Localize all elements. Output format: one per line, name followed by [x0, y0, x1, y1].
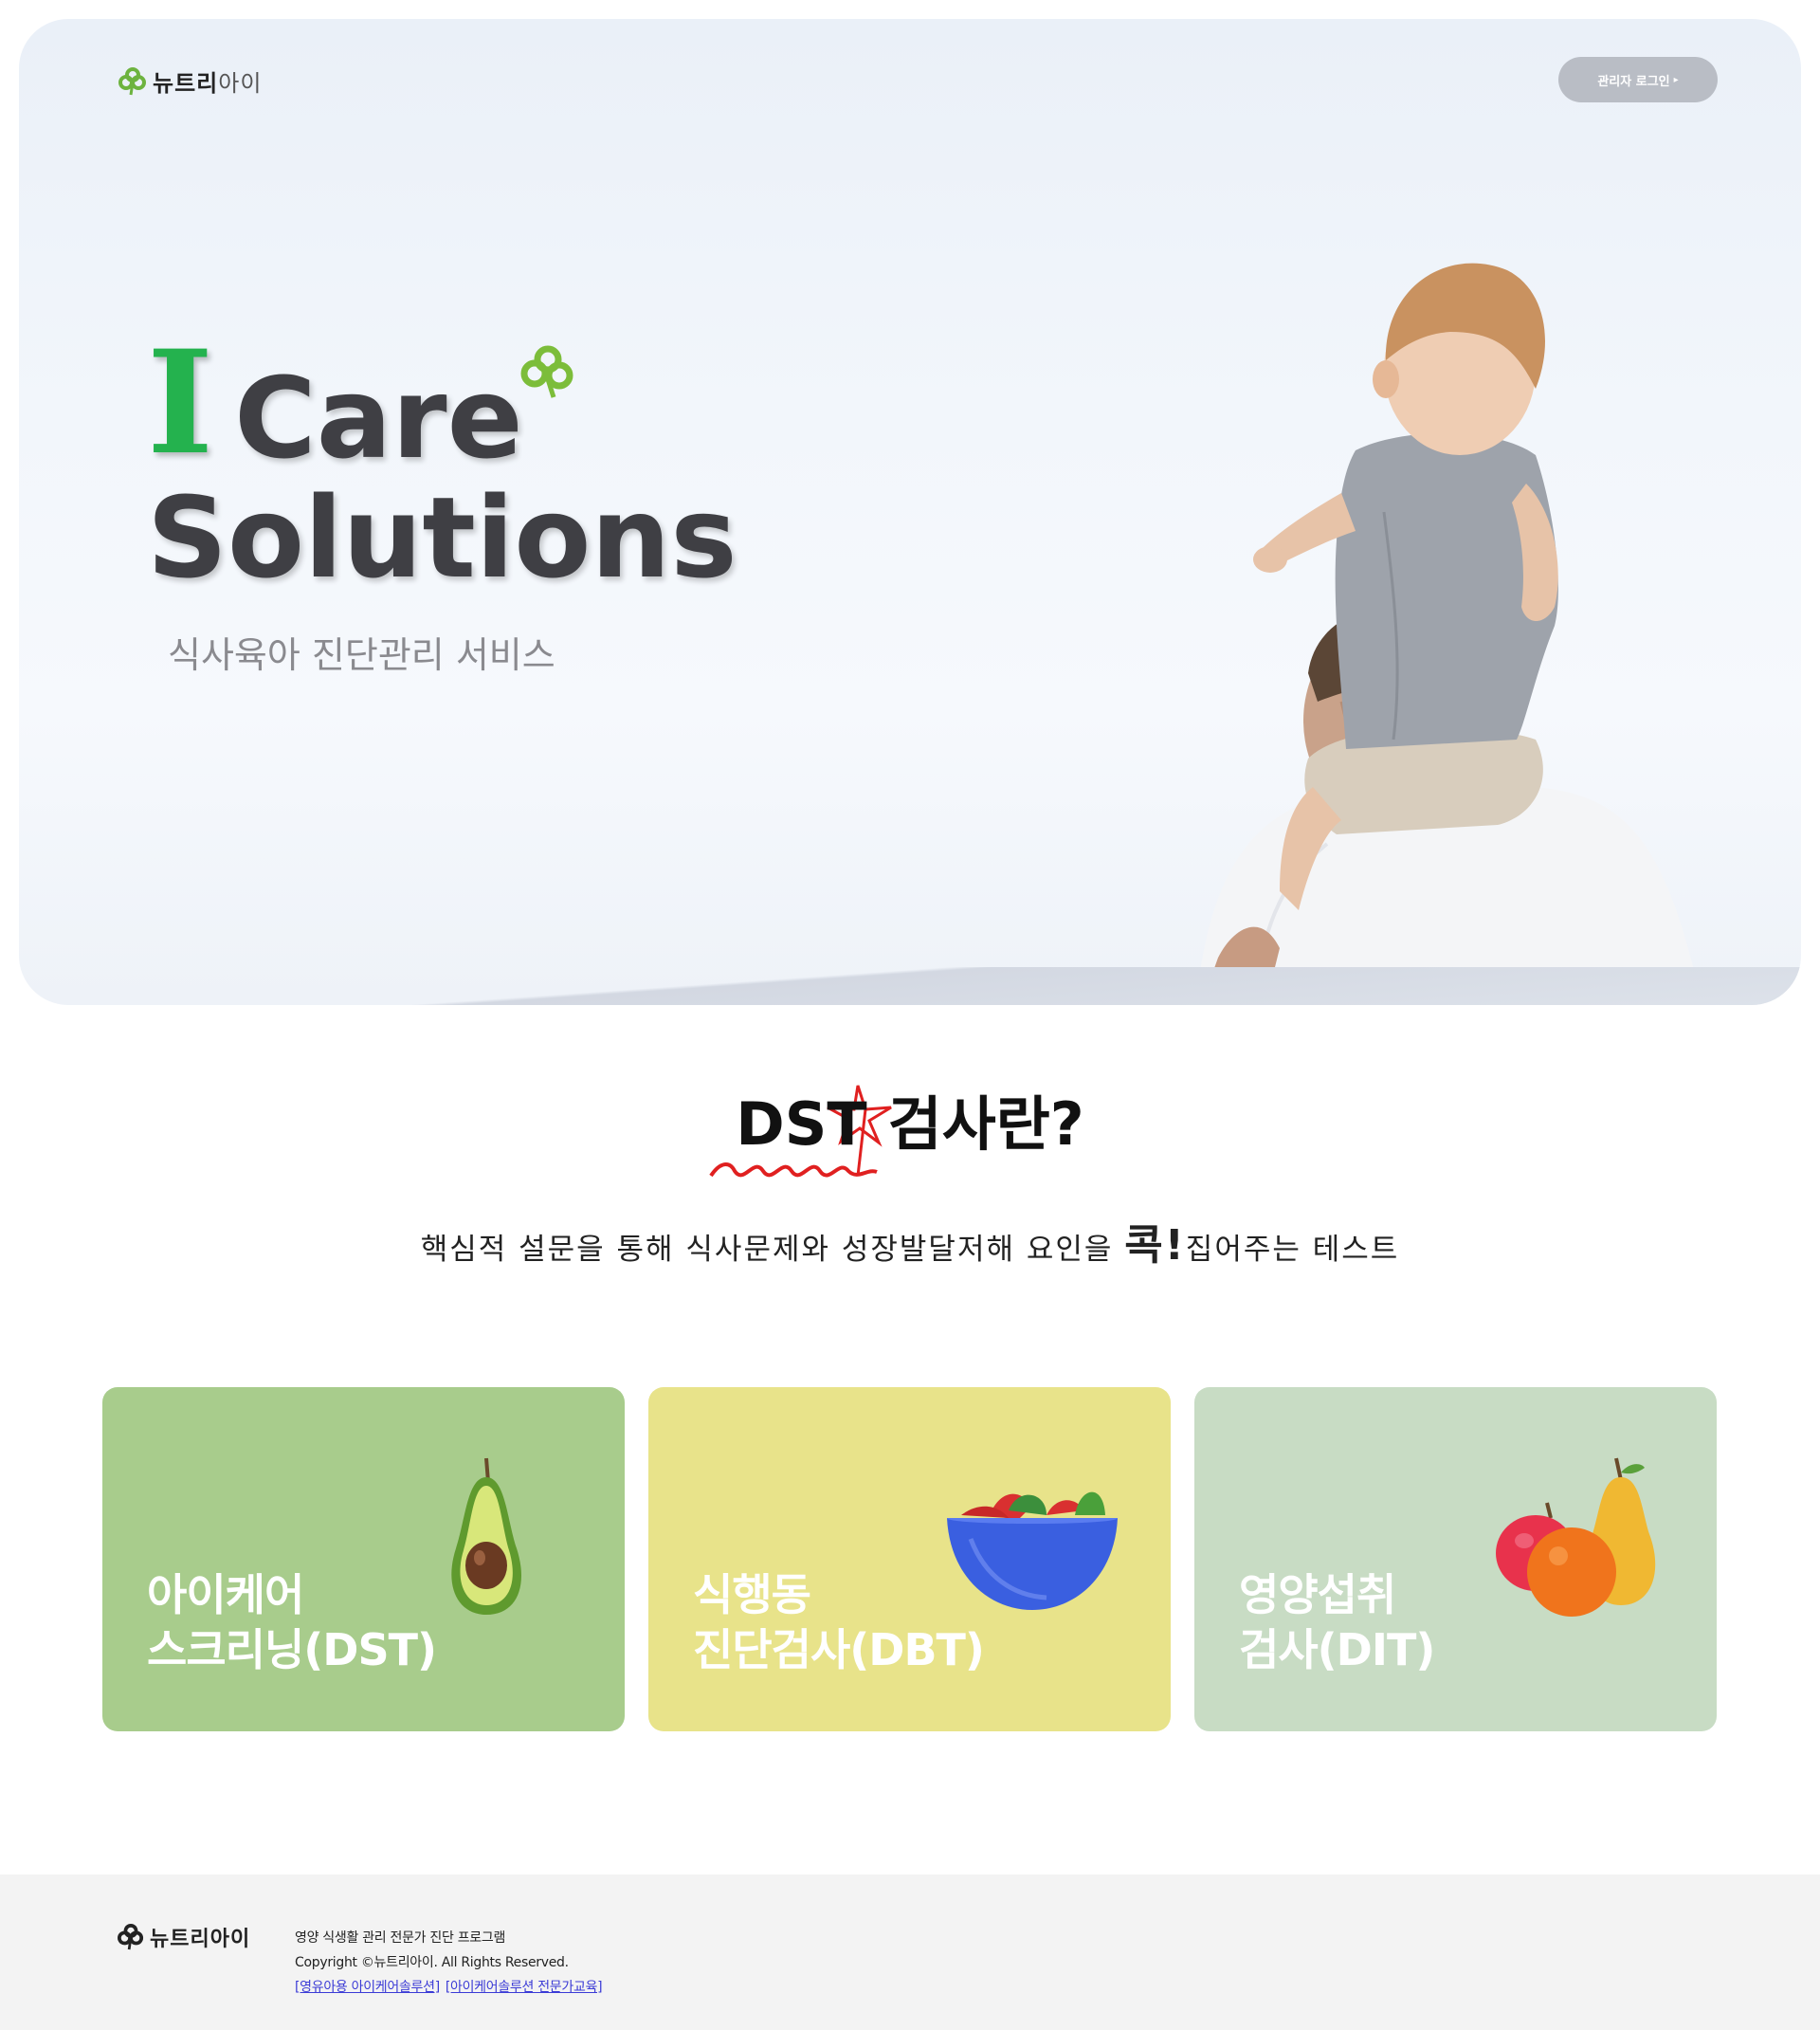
- hero-ground: [19, 967, 1801, 1005]
- footer-logo-text-bold: 뉴트리: [150, 1928, 210, 1951]
- clover-logo-icon: [118, 66, 146, 95]
- card-dst-screening[interactable]: 아이케어 스크리닝(DST): [102, 1387, 625, 1731]
- card-label: 아이케어 스크리닝(DST): [147, 1567, 437, 1677]
- dst-description: 핵심적 설문을 통해 식사문제와 성장발달저해 요인을 콕!집어주는 테스트: [0, 1211, 1820, 1271]
- footer-info: 영양 식생활 관리 전문가 진단 프로그램 Copyright ©뉴트리아이. …: [295, 1926, 603, 2000]
- avocado-icon: [451, 1457, 521, 1615]
- card-label-line1: 식행동: [693, 1569, 811, 1620]
- dst-desc-after: 집어주는 테스트: [1185, 1233, 1400, 1267]
- footer-copyright: Copyright ©뉴트리아이. All Rights Reserved.: [295, 1955, 569, 1970]
- admin-login-button[interactable]: 관리자 로그인 ▸: [1558, 57, 1718, 102]
- clover-logo-icon: [118, 1924, 144, 1950]
- footer-links: [영유아용 아이케어솔루션] [아이케어솔루션 전문가교육]: [295, 1975, 603, 2000]
- card-label-line1: 영양섭취: [1239, 1569, 1396, 1620]
- dst-heading-prefix: DST: [736, 1089, 867, 1159]
- card-label: 식행동 진단검사(DBT): [693, 1567, 985, 1677]
- card-label-line2: 스크리닝(DST): [147, 1624, 437, 1675]
- hero-subtitle: 식사육아 진단관리 서비스: [168, 634, 555, 676]
- footer: 뉴트리아이 영양 식생활 관리 전문가 진단 프로그램 Copyright ©뉴…: [0, 1875, 1820, 2030]
- card-label: 영양섭취 검사(DIT): [1239, 1567, 1435, 1677]
- hero-title-i: I: [147, 320, 214, 486]
- clover-icon: [520, 345, 573, 398]
- father-child-photo: [1195, 263, 1702, 1005]
- hero-title: I Care Solutions: [147, 332, 737, 603]
- hero-title-solutions: Solutions: [147, 472, 737, 603]
- card-dit-nutrition[interactable]: 영양섭취 검사(DIT): [1194, 1387, 1717, 1731]
- card-label-line1: 아이케어: [147, 1569, 304, 1620]
- fruits-icon: [1496, 1457, 1656, 1617]
- footer-link-infant-solution[interactable]: [영유아용 아이케어솔루션]: [295, 1975, 440, 2000]
- footer-logo-text-light: 아이: [209, 1928, 251, 1951]
- card-label-line2: 진단검사(DBT): [693, 1624, 985, 1675]
- card-label-line2: 검사(DIT): [1239, 1624, 1435, 1675]
- hero-title-care: Care: [234, 353, 523, 484]
- dst-desc-before: 핵심적 설문을 통해 식사문제와 성장발달저해 요인을: [420, 1233, 1125, 1267]
- admin-login-label: 관리자 로그인: [1597, 74, 1670, 89]
- footer-logo[interactable]: 뉴트리아이: [118, 1922, 250, 1952]
- dst-heading: DST 검사란?: [0, 1076, 1820, 1161]
- card-dbt-diagnosis[interactable]: 식행동 진단검사(DBT): [648, 1387, 1171, 1731]
- footer-tagline: 영양 식생활 관리 전문가 진단 프로그램: [295, 1930, 506, 1946]
- logo-text-bold: 뉴트리: [153, 70, 219, 97]
- hero-section: 뉴트리아이 관리자 로그인 ▸ I Care Solutions 식사육아 진단…: [19, 19, 1801, 1005]
- footer-link-expert-education[interactable]: [아이케어솔루션 전문가교육]: [446, 1975, 603, 2000]
- logo-text-light: 아이: [218, 70, 263, 97]
- dst-desc-emphasis: 콕!: [1124, 1221, 1186, 1270]
- dst-heading-suffix: 검사란?: [887, 1089, 1084, 1159]
- header-logo[interactable]: 뉴트리아이: [118, 64, 262, 98]
- caret-right-icon: ▸: [1673, 74, 1679, 85]
